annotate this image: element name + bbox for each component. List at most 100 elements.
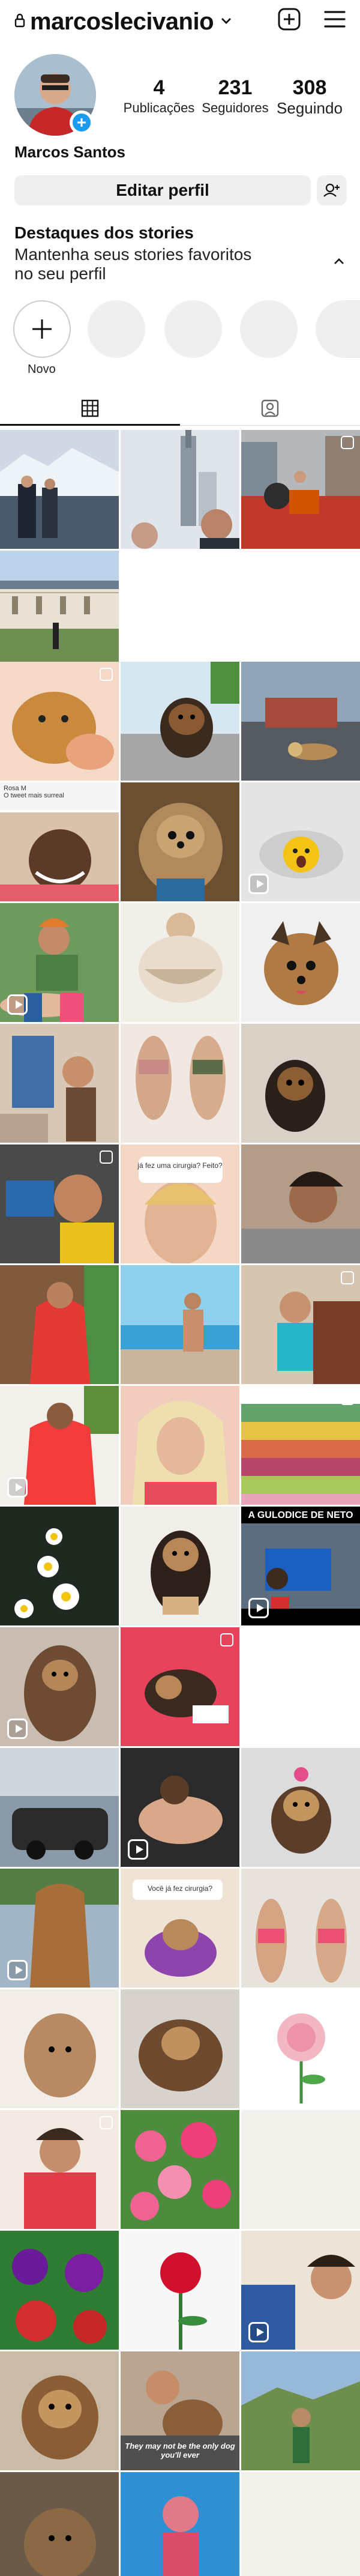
highlights-subtitle: Mantenha seus stories favoritos no seu p… — [14, 245, 252, 283]
post-thumbnail[interactable] — [121, 662, 239, 781]
post-thumbnail[interactable] — [241, 1144, 360, 1263]
empty-slot — [241, 1627, 360, 1746]
post-thumbnail[interactable] — [0, 2231, 119, 2350]
menu-icon[interactable] — [323, 8, 347, 30]
post-thumbnail[interactable]: já fez uma cirurgia? Feito? — [121, 1144, 239, 1263]
post-thumbnail[interactable] — [241, 1386, 360, 1505]
post-thumbnail[interactable] — [0, 662, 119, 781]
highlight-placeholder — [240, 300, 298, 358]
post-thumbnail[interactable] — [241, 1024, 360, 1143]
highlights-title: Destaques dos stories — [14, 223, 194, 242]
reel-icon — [248, 2322, 269, 2342]
empty-slot — [241, 551, 360, 670]
new-highlight-button[interactable] — [13, 300, 71, 358]
post-thumbnail[interactable] — [121, 1507, 239, 1625]
stat-posts[interactable]: 4 Publicações — [120, 76, 198, 116]
post-thumbnail[interactable] — [0, 1024, 119, 1143]
post-caption: A GULODICE DE NETO — [248, 1510, 353, 1520]
post-thumbnail[interactable] — [0, 1265, 119, 1384]
stat-following-label: Seguindo — [277, 99, 343, 117]
display-name: Marcos Santos — [14, 143, 125, 161]
post-thumbnail[interactable] — [121, 1265, 239, 1384]
post-thumbnail[interactable] — [121, 1748, 239, 1867]
post-thumbnail[interactable] — [121, 1024, 239, 1143]
add-story-icon[interactable] — [70, 110, 94, 135]
post-thumbnail[interactable] — [0, 2472, 119, 2576]
multiple-posts-icon — [341, 1392, 354, 1405]
stat-followers-label: Seguidores — [202, 100, 269, 115]
tagged-icon[interactable] — [260, 399, 280, 418]
highlight-placeholder — [88, 300, 145, 358]
post-thumbnail[interactable] — [241, 1989, 360, 2108]
post-caption: Você já fez cirurgia? — [147, 1884, 213, 1893]
post-thumbnail[interactable] — [0, 1386, 119, 1505]
multiple-posts-icon — [100, 1150, 113, 1164]
discover-people-button[interactable] — [317, 175, 347, 205]
reel-icon — [248, 1598, 269, 1618]
post-thumbnail[interactable] — [0, 430, 119, 549]
post-thumbnail[interactable] — [241, 782, 360, 901]
post-thumbnail[interactable] — [121, 430, 239, 549]
stat-following-value: 308 — [292, 76, 327, 99]
post-thumbnail[interactable]: A GULODICE DE NETO — [241, 1507, 360, 1625]
chevron-up-icon[interactable] — [334, 257, 344, 265]
top-bar: marcoslecivanio — [0, 0, 360, 42]
edit-profile-button[interactable]: Editar perfil — [14, 175, 311, 205]
post-thumbnail[interactable] — [0, 1869, 119, 1988]
post-thumbnail[interactable] — [241, 2472, 360, 2576]
multiple-posts-icon — [341, 436, 354, 449]
post-thumbnail[interactable] — [241, 430, 360, 549]
stat-posts-value: 4 — [153, 76, 165, 99]
add-person-icon — [323, 183, 340, 197]
post-thumbnail[interactable] — [241, 2110, 360, 2229]
post-thumbnail[interactable] — [241, 903, 360, 1022]
post-thumbnail[interactable] — [121, 2110, 239, 2229]
post-thumbnail[interactable] — [241, 1265, 360, 1384]
post-thumbnail[interactable] — [0, 903, 119, 1022]
multiple-posts-icon — [100, 2116, 113, 2129]
new-highlight-label: Novo — [28, 363, 56, 376]
reel-icon — [7, 1477, 28, 1498]
post-thumbnail[interactable] — [241, 2231, 360, 2350]
post-thumbnail[interactable] — [121, 2231, 239, 2350]
post-thumbnail[interactable] — [241, 1869, 360, 1988]
post-thumbnail[interactable] — [0, 1507, 119, 1625]
create-post-icon[interactable] — [277, 7, 301, 31]
highlight-placeholder — [316, 300, 360, 358]
stat-followers[interactable]: 231 Seguidores — [198, 76, 272, 116]
stat-following[interactable]: 308 Seguindo — [274, 76, 346, 116]
post-thumbnail[interactable] — [121, 903, 239, 1022]
post-thumbnail[interactable] — [241, 662, 360, 781]
post-thumbnail[interactable] — [241, 1748, 360, 1867]
stat-followers-value: 231 — [218, 76, 253, 99]
post-thumbnail[interactable] — [0, 1627, 119, 1746]
multiple-posts-icon — [341, 1271, 354, 1284]
post-thumbnail[interactable] — [121, 1989, 239, 2108]
plus-icon — [32, 319, 52, 339]
multiple-posts-icon — [220, 1633, 233, 1646]
highlight-placeholder — [164, 300, 222, 358]
grid-icon[interactable] — [80, 399, 100, 418]
reel-icon — [7, 1960, 28, 1980]
post-thumbnail[interactable] — [121, 2472, 239, 2576]
post-caption: They may not be the only dog you'll ever — [125, 2441, 235, 2460]
empty-slot — [121, 551, 239, 670]
post-caption: já fez uma cirurgia? Feito? — [137, 1161, 223, 1170]
post-thumbnail[interactable] — [121, 1386, 239, 1505]
post-thumbnail[interactable] — [241, 2351, 360, 2470]
post-thumbnail[interactable] — [121, 1627, 239, 1746]
username[interactable]: marcoslecivanio — [30, 8, 214, 35]
post-thumbnail[interactable]: They may not be the only dog you'll ever — [121, 2351, 239, 2470]
post-thumbnail[interactable] — [0, 2351, 119, 2470]
post-caption: Rosa M O tweet mais surreal — [4, 785, 64, 799]
post-thumbnail[interactable]: Rosa M O tweet mais surreal — [0, 782, 119, 901]
post-thumbnail[interactable] — [0, 1144, 119, 1263]
post-thumbnail[interactable] — [0, 551, 119, 670]
post-thumbnail[interactable] — [0, 1989, 119, 2108]
chevron-down-icon[interactable] — [220, 14, 233, 28]
post-thumbnail[interactable]: Você já fez cirurgia? — [121, 1869, 239, 1988]
post-thumbnail[interactable] — [121, 782, 239, 901]
post-thumbnail[interactable] — [0, 2110, 119, 2229]
lock-icon — [14, 13, 25, 28]
post-thumbnail[interactable] — [0, 1748, 119, 1867]
